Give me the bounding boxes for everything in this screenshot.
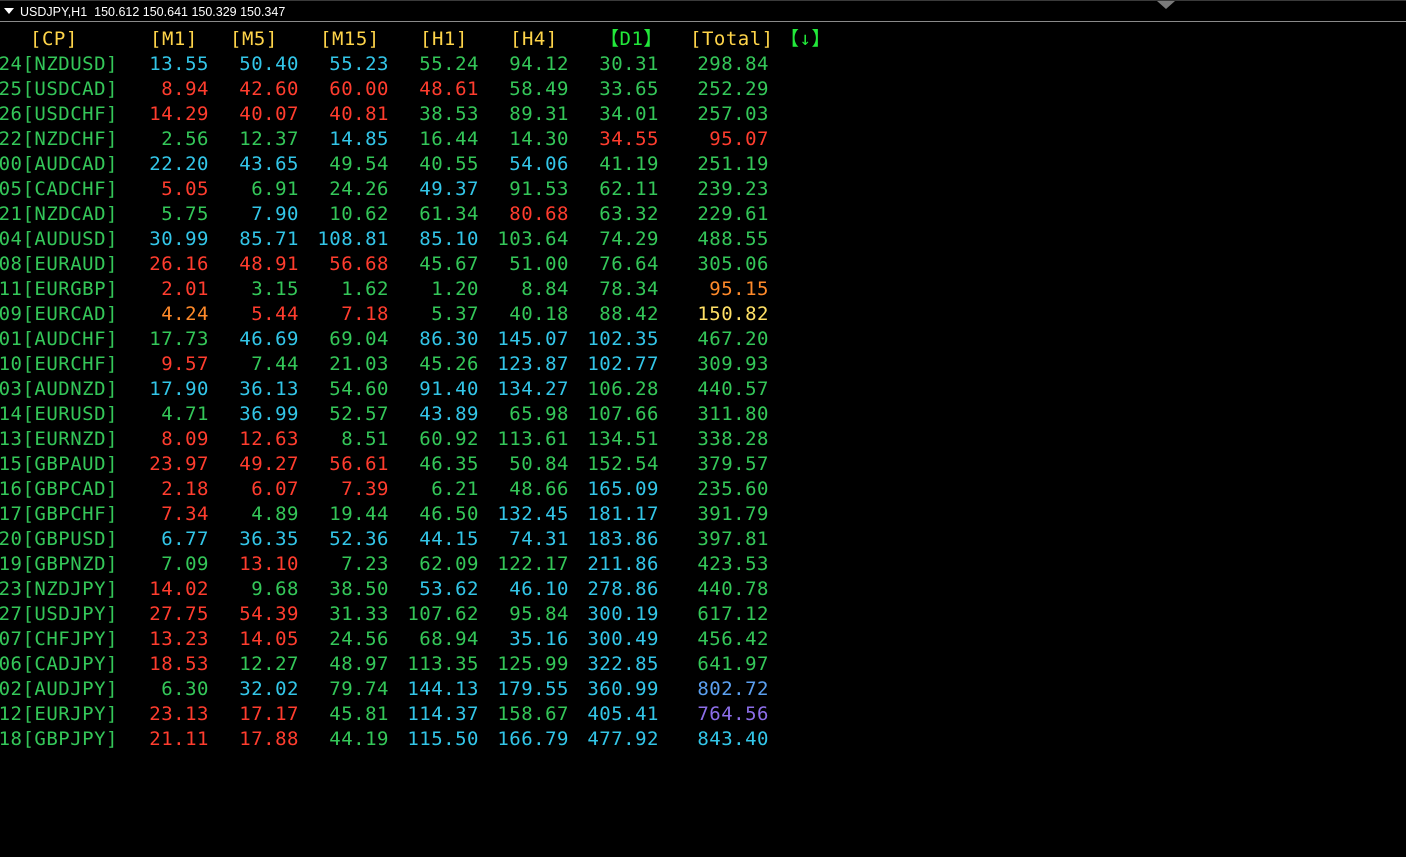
header-total: [Total] [690,28,774,50]
value-total: 843.40 [697,728,769,750]
header-sort-arrow[interactable]: 【↓】 [780,27,831,51]
value-total: 617.12 [697,603,769,625]
value-total: 379.57 [697,453,769,475]
header-m15: [M15] [320,28,380,50]
header-d1: 【D1】 [600,28,663,50]
header-m5: [M5] [230,28,278,50]
value-total: 309.93 [697,353,769,375]
value-total: 95.07 [709,128,769,150]
value-total: 440.78 [697,578,769,600]
value-total: 305.06 [697,253,769,275]
symbol-timeframe: USDJPY,H1 [20,5,88,19]
chart-header-bar: USDJPY,H1 150.612 150.641 150.329 150.34… [0,0,1406,22]
header-cp: [CP] [30,28,78,50]
value-total: 641.97 [697,653,769,675]
value-total: 150.82 [697,303,769,325]
value-total: 456.42 [697,628,769,650]
value-total: 440.57 [697,378,769,400]
value-total: 397.81 [697,528,769,550]
value-total: 467.20 [697,328,769,350]
value-total: 764.56 [697,703,769,725]
chart-shift-marker-icon[interactable] [1157,1,1175,9]
value-total: 488.55 [697,228,769,250]
value-total: 257.03 [697,103,769,125]
header-h1: [H1] [420,28,468,50]
value-total: 235.60 [697,478,769,500]
value-total: 298.84 [697,53,769,75]
ohlc-values: 150.612 150.641 150.329 150.347 [94,5,286,19]
value-total: 95.15 [709,278,769,300]
value-total: 391.79 [697,503,769,525]
value-total: 338.28 [697,428,769,450]
value-total: 311.80 [697,403,769,425]
value-total: 229.61 [697,203,769,225]
value-total: 423.53 [697,553,769,575]
value-total: 239.23 [697,178,769,200]
header-h4: [H4] [510,28,558,50]
chart-symbol-info: USDJPY,H1 150.612 150.641 150.329 150.34… [20,4,285,20]
header-m1: [M1] [150,28,198,50]
value-total: 251.19 [697,153,769,175]
value-total: 802.72 [697,678,769,700]
value-total: 252.29 [697,78,769,100]
collapse-triangle-icon[interactable] [4,8,14,14]
